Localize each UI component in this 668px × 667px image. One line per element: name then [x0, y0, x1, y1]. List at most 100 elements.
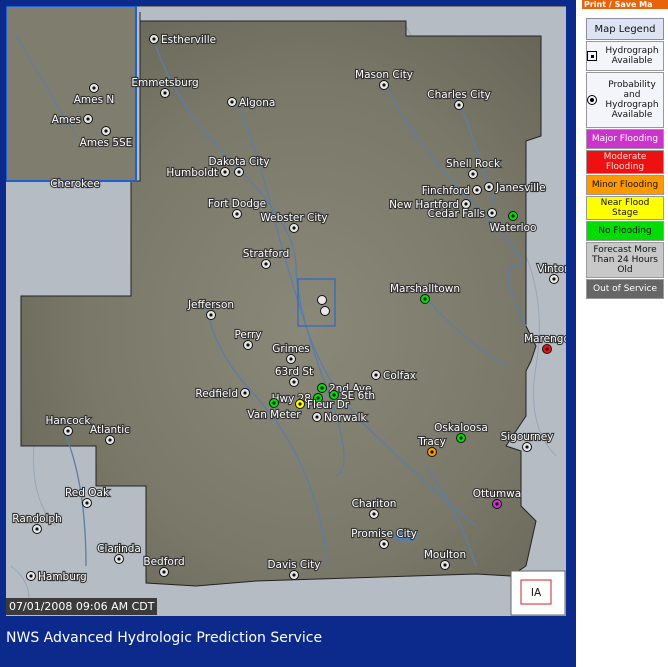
gauge-marker-center — [487, 185, 491, 189]
gauge-marker-center — [464, 202, 468, 206]
gauge-marker-center — [298, 402, 302, 406]
inset-map[interactable] — [6, 6, 137, 182]
gauge-marker-center — [85, 501, 89, 505]
gauge-label[interactable]: Van Meter — [246, 408, 302, 422]
gauge-marker-center — [117, 557, 121, 561]
state-label: IA — [531, 587, 542, 599]
gauge-marker-center — [209, 313, 213, 317]
gauge-label[interactable]: Sigourney — [500, 430, 555, 444]
legend-category-3: Near Flood Stage — [586, 196, 664, 220]
gauge-marker-center — [423, 297, 427, 301]
gauge-label[interactable]: Marengo — [523, 332, 566, 346]
gauge-marker-center — [382, 542, 386, 546]
legend-category-2: Minor Flooding — [586, 175, 664, 195]
gauge-label[interactable]: Webster City — [259, 211, 328, 225]
gauge-marker-center — [320, 386, 324, 390]
print-save-button[interactable]: Print / Save Ma — [582, 0, 668, 9]
gauge-label[interactable]: Bedford — [142, 555, 185, 569]
map-legend: Map Legend Hydrograph Available Probabil… — [586, 18, 664, 300]
gauge-label[interactable]: Emmetsburg — [130, 76, 199, 90]
gauge-label[interactable]: Clarinda — [96, 542, 142, 556]
gauge-label[interactable]: Oskaloosa — [433, 421, 489, 435]
gauge-label[interactable]: Mason City — [354, 68, 414, 82]
gauge-marker-center — [443, 563, 447, 567]
gauge-label[interactable]: Colfax — [382, 369, 417, 383]
legend-category-6: Out of Service — [586, 279, 664, 299]
state-locator-inset[interactable]: IA — [510, 570, 566, 616]
gauge-marker-center — [292, 226, 296, 230]
gauge-marker-center — [459, 436, 463, 440]
gauge-marker-center — [315, 415, 319, 419]
gauge-label[interactable]: Tracy — [416, 435, 447, 449]
gauge-marker[interactable] — [320, 306, 330, 316]
gauge-marker-center — [511, 214, 515, 218]
hydrograph-icon — [587, 51, 597, 61]
gauge-marker-center — [382, 83, 386, 87]
gauge-marker-center — [152, 37, 156, 41]
gauge-label[interactable]: Ottumwa — [472, 487, 523, 501]
gauge-label[interactable]: Ames N — [73, 93, 116, 107]
gauge-marker-center — [495, 502, 499, 506]
gauge-label[interactable]: Marshalltown — [389, 282, 461, 296]
gauge-marker-center — [552, 277, 556, 281]
legend-category-5: Forecast More Than 24 Hours Old — [586, 242, 664, 278]
gauge-label[interactable]: Jefferson — [186, 298, 235, 312]
gauge-marker-center — [104, 129, 108, 133]
gauge-marker-center — [457, 103, 461, 107]
gauge-label[interactable]: Waterloo — [488, 221, 537, 235]
hydrologic-map[interactable]: IA Estherville Emmetsburg Algona Mason City… — [6, 6, 566, 616]
gauge-label[interactable]: Promise City — [350, 527, 418, 541]
gauge-label[interactable]: Grimes — [271, 342, 311, 356]
probability-icon — [587, 95, 597, 105]
gauge-label[interactable]: Redfield — [194, 387, 239, 401]
map-timestamp: 07/01/2008 09:06 AM CDT — [6, 598, 158, 615]
gauge-label[interactable]: Atlantic — [89, 423, 131, 437]
gauge-label[interactable]: Davis City — [266, 558, 321, 572]
gauge-label[interactable]: Norwalk — [323, 411, 369, 425]
gauge-label[interactable]: Moulton — [423, 548, 467, 562]
gauge-label[interactable]: Shell Rock — [445, 157, 502, 171]
gauge-label[interactable]: Stratford — [242, 247, 291, 261]
gauge-marker-center — [86, 117, 90, 121]
legend-title-button[interactable]: Map Legend — [586, 18, 664, 40]
footer-title: NWS Advanced Hydrologic Prediction Servi… — [6, 630, 323, 646]
gauge-label[interactable]: Janesville — [494, 181, 547, 195]
gauge-marker-center — [264, 262, 268, 266]
gauge-label[interactable]: Charles City — [426, 88, 492, 102]
gauge-label[interactable]: Ames 5SE — [79, 136, 134, 150]
gauge-marker-center — [332, 393, 336, 397]
legend-probability-label: Probability and Hydrograph Available — [605, 80, 659, 120]
gauge-label[interactable]: 63rd St — [274, 365, 314, 379]
gauge-label[interactable]: Chariton — [350, 497, 397, 511]
gauge-label[interactable]: Perry — [233, 328, 262, 342]
gauge-marker-center — [230, 100, 234, 104]
gauge-marker-center — [292, 573, 296, 577]
gauge-label[interactable]: Ames — [51, 113, 83, 127]
gauge-label[interactable]: Dakota City — [207, 155, 270, 169]
legend-category-1: Moderate Flooding — [586, 150, 664, 174]
gauge-marker[interactable] — [317, 295, 327, 305]
gauge-label[interactable]: Fleur Dr — [306, 398, 351, 412]
gauge-label[interactable]: Estherville — [160, 33, 217, 47]
gauge-label[interactable]: Humboldt — [165, 166, 219, 180]
gauge-label[interactable]: Randolph — [11, 512, 63, 526]
gauge-marker-center — [108, 438, 112, 442]
gauge-label[interactable]: Hancock — [44, 414, 92, 428]
gauge-label[interactable]: Red Oak — [64, 486, 111, 500]
gauge-marker-center — [372, 512, 376, 516]
gauge-label[interactable]: Algona — [238, 96, 276, 110]
gauge-label[interactable]: Cherokee — [49, 177, 101, 191]
gauge-label[interactable]: Finchford — [421, 184, 471, 198]
gauge-label[interactable]: Hamburg — [37, 570, 88, 584]
gauge-marker-center — [471, 172, 475, 176]
gauge-marker-center — [235, 212, 239, 216]
gauge-label[interactable]: Fort Dodge — [207, 197, 267, 211]
legend-probability: Probability and Hydrograph Available — [586, 72, 664, 128]
gauge-marker-center — [29, 574, 33, 578]
gauge-marker-center — [272, 401, 276, 405]
gauge-marker-center — [289, 357, 293, 361]
gauge-marker-center — [374, 373, 378, 377]
gauge-label[interactable]: Cedar Falls — [427, 207, 487, 221]
gauge-label[interactable]: Vinton — [536, 262, 566, 276]
gauge-marker-center — [162, 570, 166, 574]
